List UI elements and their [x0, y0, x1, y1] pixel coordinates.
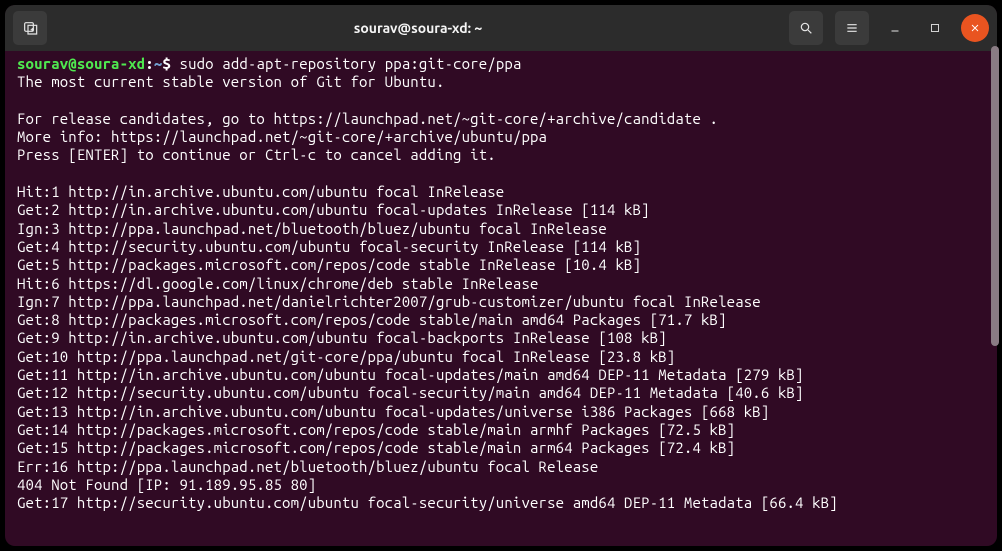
output-line: Get:9 http://in.archive.ubuntu.com/ubunt… [17, 329, 987, 347]
output-line: Get:4 http://security.ubuntu.com/ubuntu … [17, 238, 987, 256]
command-text: sudo add-apt-repository ppa:git-core/ppa [180, 55, 522, 72]
output-line: Get:10 http://ppa.launchpad.net/git-core… [17, 348, 987, 366]
scrollbar-thumb[interactable] [991, 46, 997, 346]
titlebar: sourav@soura-xd: ~ [5, 5, 997, 51]
output-line: The most current stable version of Git f… [17, 73, 987, 91]
search-button[interactable] [789, 11, 823, 45]
output-line: Get:5 http://packages.microsoft.com/repo… [17, 256, 987, 274]
output-line: Get:11 http://in.archive.ubuntu.com/ubun… [17, 366, 987, 384]
terminal-content[interactable]: sourav@soura-xd:~$ sudo add-apt-reposito… [5, 51, 997, 546]
output-line [17, 165, 987, 183]
minimize-button[interactable] [881, 14, 909, 42]
prompt-dollar: $ [162, 55, 171, 72]
window-title: sourav@soura-xd: ~ [51, 20, 785, 36]
prompt-colon: : [145, 55, 154, 72]
output-line: Get:15 http://packages.microsoft.com/rep… [17, 439, 987, 457]
terminal-window: sourav@soura-xd: ~ sourav@soura-xd:~$ su… [5, 5, 997, 546]
output-line: Hit:1 http://in.archive.ubuntu.com/ubunt… [17, 183, 987, 201]
output-line: Hit:6 https://dl.google.com/linux/chrome… [17, 275, 987, 293]
output-line: More info: https://launchpad.net/~git-co… [17, 128, 987, 146]
hamburger-menu-button[interactable] [835, 11, 869, 45]
output-line: Err:16 http://ppa.launchpad.net/bluetoot… [17, 458, 987, 476]
output-line: Get:13 http://in.archive.ubuntu.com/ubun… [17, 403, 987, 421]
prompt-user-host: sourav@soura-xd [17, 55, 145, 72]
output-line: Get:12 http://security.ubuntu.com/ubuntu… [17, 384, 987, 402]
output-line: For release candidates, go to https://la… [17, 110, 987, 128]
close-button[interactable] [961, 14, 989, 42]
new-tab-button[interactable] [13, 11, 47, 45]
output-line: Ign:7 http://ppa.launchpad.net/danielric… [17, 293, 987, 311]
output-line: Get:17 http://security.ubuntu.com/ubuntu… [17, 494, 987, 512]
output-line: Get:14 http://packages.microsoft.com/rep… [17, 421, 987, 439]
maximize-button[interactable] [921, 14, 949, 42]
output-line: 404 Not Found [IP: 91.189.95.85 80] [17, 476, 987, 494]
output-line: Ign:3 http://ppa.launchpad.net/bluetooth… [17, 220, 987, 238]
output-line: Get:2 http://in.archive.ubuntu.com/ubunt… [17, 201, 987, 219]
prompt-line: sourav@soura-xd:~$ sudo add-apt-reposito… [17, 55, 987, 73]
output-line [17, 92, 987, 110]
output-line: Get:8 http://packages.microsoft.com/repo… [17, 311, 987, 329]
output-line: Press [ENTER] to continue or Ctrl-c to c… [17, 146, 987, 164]
